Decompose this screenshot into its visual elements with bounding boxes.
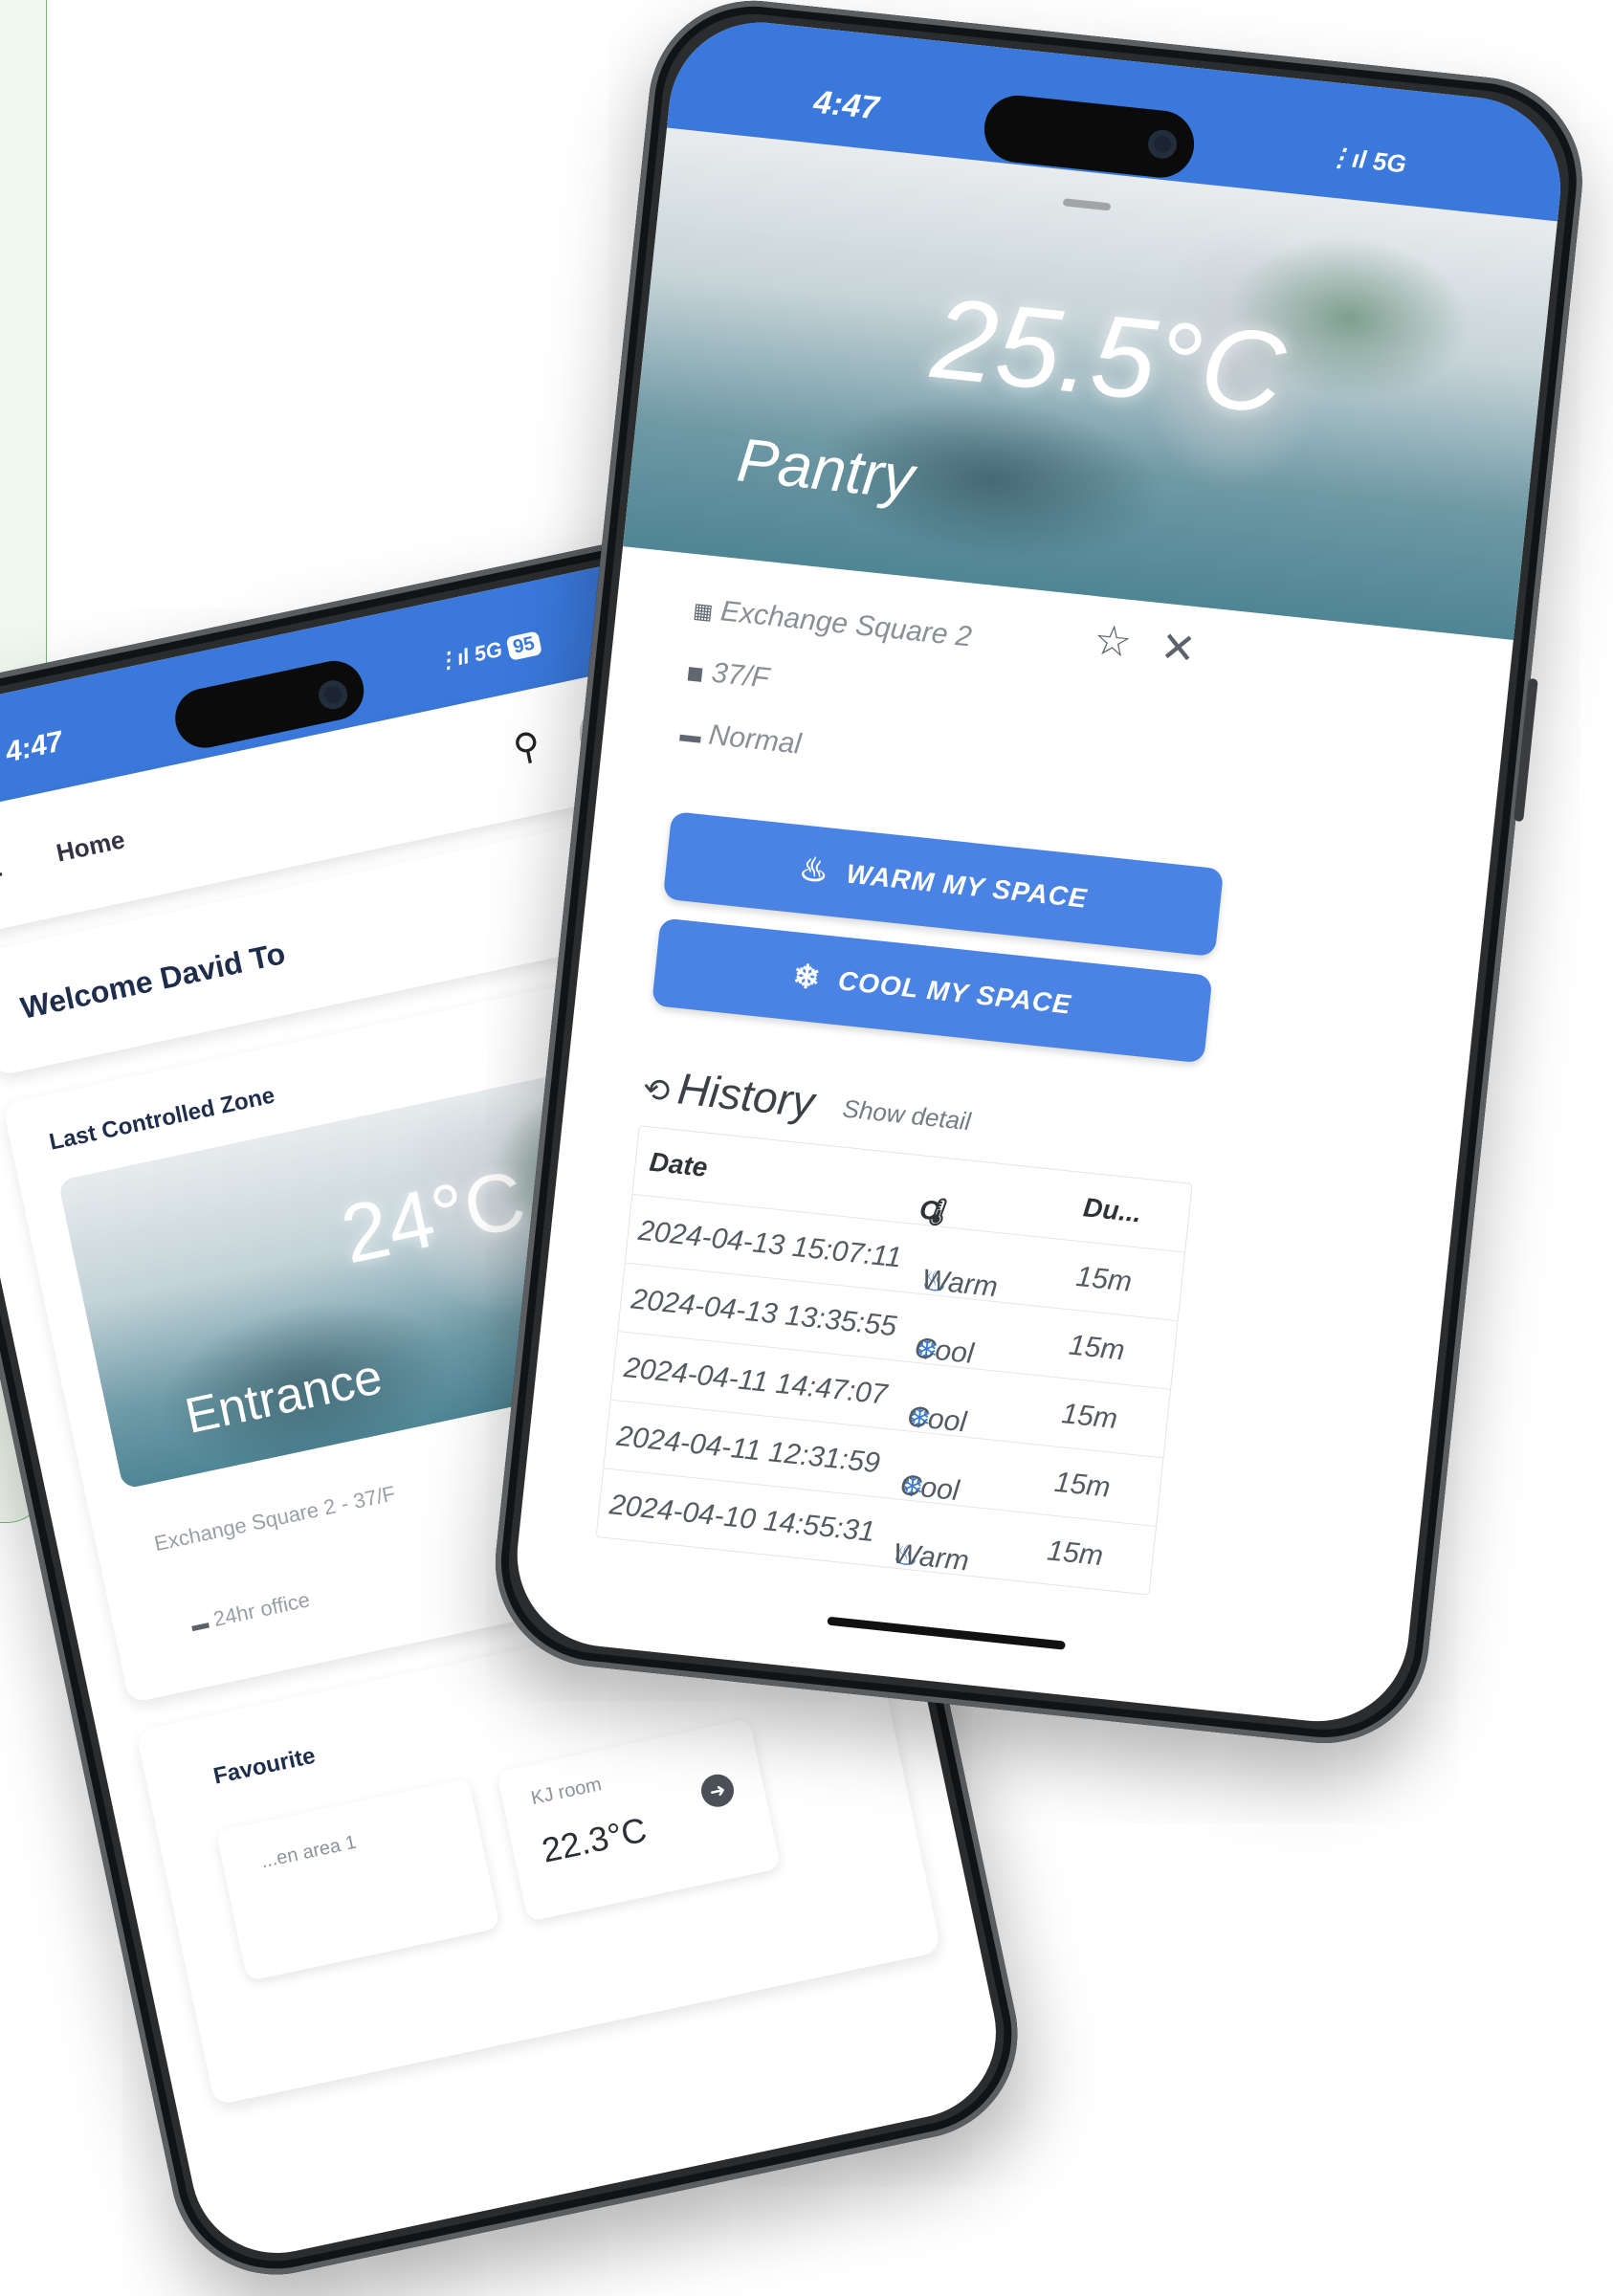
favourite-temperature: 22.3°C <box>538 1809 651 1870</box>
row-duration: 15m <box>1067 1329 1127 1367</box>
star-icon[interactable]: ☆ <box>1092 615 1135 668</box>
header-date: Date <box>648 1146 709 1182</box>
floor-info: ◼ 37/F <box>685 654 770 695</box>
status-time: 4:47 <box>2 725 66 769</box>
drag-handle[interactable] <box>1062 198 1112 211</box>
floor-label: 37/F <box>710 656 771 695</box>
row-date: 2024-04-13 13:35:55 <box>630 1283 898 1343</box>
history-label: History <box>674 1063 817 1128</box>
favourite-item[interactable]: ...en area 1 <box>215 1777 500 1982</box>
signal-bars-icon: ⋮ıl <box>433 642 477 674</box>
zone-detail-screen: 4:47 ⋮ıl 5G 25.5°C Pantry ▦ Exchange Squa… <box>508 13 1570 1731</box>
row-duration: 15m <box>1060 1398 1119 1436</box>
header-duration: Du... <box>1081 1192 1143 1228</box>
signal-bars-icon: ⋮ıl <box>1326 141 1375 175</box>
arrow-right-icon[interactable]: ➜ <box>697 1771 738 1810</box>
history-title: ⟲History <box>641 1059 817 1128</box>
zone-mode-label: 24hr office <box>210 1587 313 1632</box>
zone-name: Pantry <box>734 425 917 513</box>
close-icon[interactable]: ✕ <box>1158 623 1199 675</box>
row-duration: 15m <box>1052 1466 1113 1504</box>
signal-indicator: ⋮ıl 5G <box>1326 142 1407 179</box>
mode-label: Normal <box>707 718 803 761</box>
mode-info: ▬ Normal <box>678 717 803 762</box>
row-duration: 15m <box>1046 1534 1105 1573</box>
network-type: 5G <box>1371 145 1408 179</box>
building-icon: ▦ <box>692 598 715 625</box>
sofa-icon: ▬ <box>678 721 703 748</box>
power-button <box>1514 677 1538 823</box>
menu-icon[interactable]: ☰ <box>0 846 7 889</box>
network-type: 5G <box>472 636 505 667</box>
favourite-name: KJ room <box>529 1774 604 1810</box>
favourite-name: ...en area 1 <box>258 1831 359 1873</box>
row-date: 2024-04-13 15:07:11 <box>636 1214 903 1274</box>
battery-badge: 95 <box>505 630 542 661</box>
history-icon: ⟲ <box>640 1071 673 1111</box>
zone-temperature: 24°C <box>334 1153 533 1282</box>
warm-label: WARM MY SPACE <box>845 858 1090 914</box>
favourite-title: Favourite <box>210 1742 318 1790</box>
home-indicator[interactable] <box>827 1616 1066 1650</box>
signal-indicator: ⋮ıl 5G 95 <box>434 629 542 675</box>
row-date: 2024-04-11 14:47:07 <box>622 1352 889 1411</box>
header-type-label: C <box>917 1194 941 1226</box>
building-info: ▦ Exchange Square 2 <box>692 592 973 653</box>
search-icon[interactable]: ⚲ <box>509 723 544 771</box>
zone-name: Entrance <box>180 1348 387 1446</box>
zone-mode: ▬24hr office <box>188 1587 312 1637</box>
row-date: 2024-04-11 12:31:59 <box>615 1420 882 1480</box>
favourite-item[interactable]: KJ room 22.3°C ➜ <box>496 1718 782 1922</box>
zone-location: Exchange Square 2 - 37/F <box>151 1481 398 1556</box>
row-duration: 15m <box>1074 1260 1134 1298</box>
zone-detail-phone: 4:47 ⋮ıl 5G 25.5°C Pantry ▦ Exchange Squa… <box>485 0 1593 1754</box>
page-title: Home <box>54 825 127 868</box>
row-date: 2024-04-10 14:55:31 <box>608 1489 877 1549</box>
sofa-icon: ▬ <box>189 1612 210 1636</box>
snowflake-icon: ❄ <box>790 958 824 998</box>
flame-icon: ♨ <box>797 850 831 891</box>
welcome-text: Welcome David To <box>17 936 289 1026</box>
floor-icon: ◼ <box>685 659 706 686</box>
cool-label: COOL MY SPACE <box>836 965 1073 1020</box>
show-detail-link[interactable]: Show detail <box>841 1093 972 1137</box>
history-table: Date 🌡︎ C Du... 2024-04-13 15:07:11 ♨ War… <box>595 1125 1193 1596</box>
zone-temperature: 25.5°C <box>926 274 1291 438</box>
building-label: Exchange Square 2 <box>718 595 974 653</box>
status-time: 4:47 <box>811 83 881 127</box>
